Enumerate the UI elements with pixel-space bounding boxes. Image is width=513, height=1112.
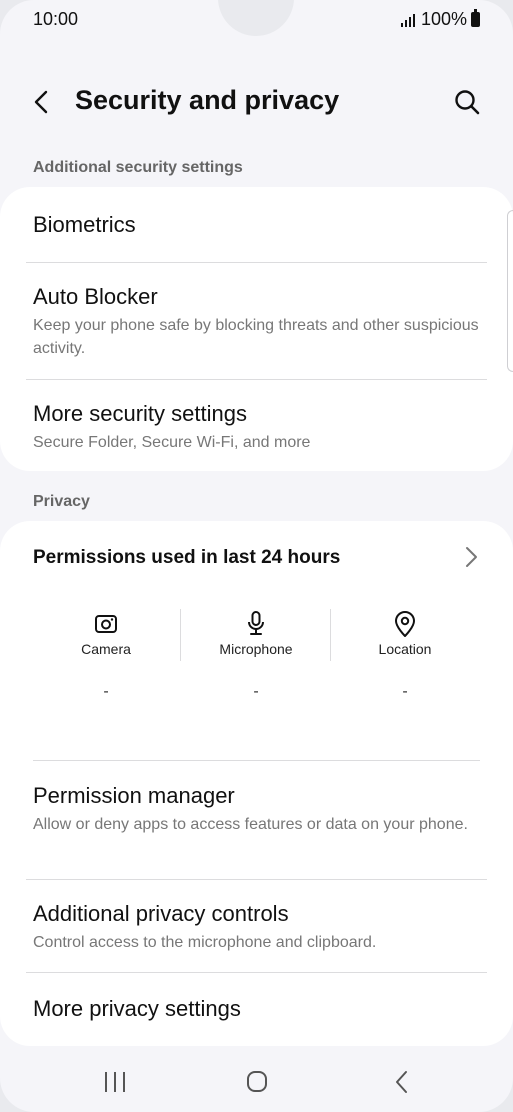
nav-back-button[interactable] — [382, 1066, 422, 1098]
divider — [26, 379, 487, 380]
item-subtitle: Secure Folder, Secure Wi-Fi, and more — [33, 434, 311, 451]
more-security-settings-item[interactable]: More security settings Secure Folder, Se… — [33, 401, 480, 454]
camera-icon — [95, 615, 117, 633]
page-title: Security and privacy — [75, 85, 340, 115]
item-title: Additional privacy controls — [33, 901, 289, 926]
microphone-count: - — [253, 683, 259, 700]
camera-notch — [218, 0, 294, 36]
chevron-left-icon — [34, 90, 48, 114]
back-icon — [396, 1071, 407, 1093]
item-title: Auto Blocker — [33, 284, 158, 309]
back-button[interactable] — [28, 84, 60, 120]
divider — [26, 972, 487, 973]
search-button[interactable] — [449, 84, 485, 120]
privacy-card: Permissions used in last 24 hours Camera… — [0, 521, 513, 1046]
microphone-permission-column: Microphone - — [181, 609, 331, 701]
permission-manager-item[interactable]: Permission manager Allow or deny apps to… — [33, 783, 480, 836]
biometrics-item[interactable]: Biometrics — [33, 212, 480, 238]
microphone-label: Microphone — [219, 641, 293, 657]
divider — [33, 760, 480, 761]
scrollbar[interactable] — [507, 210, 513, 372]
item-title: Permission manager — [33, 783, 235, 808]
location-permission-column: Location - — [330, 609, 480, 701]
permissions-used-title: Permissions used in last 24 hours — [33, 547, 341, 568]
location-pin-icon — [395, 611, 415, 637]
auto-blocker-item[interactable]: Auto Blocker Keep your phone safe by blo… — [33, 284, 480, 360]
recents-icon — [105, 1072, 125, 1092]
search-icon — [455, 90, 480, 115]
app-header: Security and privacy — [0, 78, 513, 126]
microphone-icon — [248, 611, 264, 635]
more-privacy-settings-item[interactable]: More privacy settings — [33, 996, 480, 1022]
permissions-used-row[interactable]: Permissions used in last 24 hours Camera… — [0, 521, 513, 751]
additional-privacy-controls-item[interactable]: Additional privacy controls Control acce… — [33, 901, 480, 954]
item-subtitle: Keep your phone safe by blocking threats… — [33, 317, 479, 357]
chevron-right-icon — [461, 543, 481, 571]
status-right: 100% — [400, 9, 480, 30]
camera-label: Camera — [81, 641, 131, 657]
divider — [26, 262, 487, 263]
recents-button[interactable] — [95, 1066, 135, 1098]
system-navigation-bar — [0, 1052, 513, 1112]
divider — [26, 879, 487, 880]
home-button[interactable] — [237, 1066, 277, 1098]
item-title: More privacy settings — [33, 996, 241, 1021]
item-subtitle: Control access to the microphone and cli… — [33, 934, 377, 951]
battery-percent: 100% — [420, 9, 467, 29]
location-label: Location — [378, 641, 432, 657]
signal-icon — [400, 13, 415, 27]
item-title: More security settings — [33, 401, 247, 426]
phone-screen: 10:00 100% Security and privacy Addition… — [0, 0, 513, 1112]
security-settings-card: Biometrics Auto Blocker Keep your phone … — [0, 187, 513, 471]
battery-icon — [471, 9, 480, 27]
status-time: 10:00 — [33, 9, 79, 29]
item-title: Biometrics — [33, 212, 136, 237]
camera-count: - — [103, 683, 109, 700]
home-icon — [247, 1071, 267, 1092]
section-label-additional-security: Additional security settings — [33, 159, 243, 176]
section-label-privacy: Privacy — [33, 493, 90, 510]
item-subtitle: Allow or deny apps to access features or… — [33, 816, 468, 833]
camera-permission-column: Camera - — [31, 609, 181, 701]
location-count: - — [402, 683, 408, 700]
